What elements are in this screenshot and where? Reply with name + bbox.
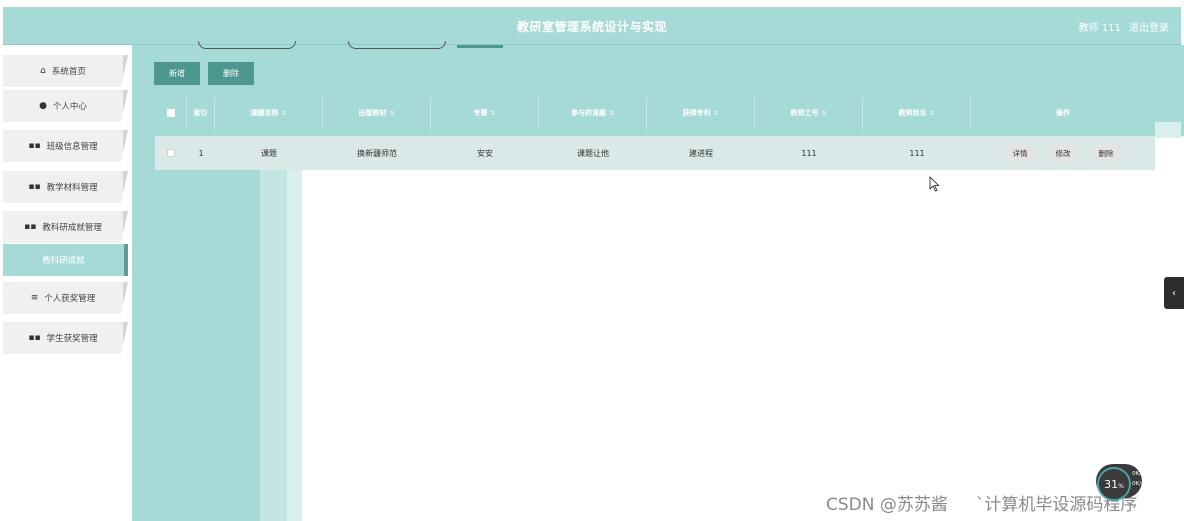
- watermark: CSDN @苏苏酱 `计算机毕设源码程序: [826, 490, 1137, 515]
- table-scroll-edge: [1155, 122, 1181, 138]
- sidebar-item-class-info[interactable]: ▪▪ 班级信息管理: [3, 130, 128, 162]
- column-header[interactable]: 课题名称 ⇅: [215, 97, 323, 129]
- decorative-strip: [132, 136, 260, 521]
- select-all-checkbox[interactable]: [166, 109, 175, 117]
- app-title: 教研室管理系统设计与实现: [516, 20, 667, 34]
- sidebar-item-label: 教科研成就管理: [42, 223, 102, 233]
- sidebar: ⌂ 系统首页 ● 个人中心 ▪▪ 班级信息管理 ▪▪ 教学材料管理 ▪▪ 教科研…: [0, 45, 132, 521]
- column-header[interactable]: 专著 ⇅: [431, 97, 539, 129]
- side-panel-toggle[interactable]: ‹: [1164, 277, 1184, 309]
- column-header[interactable]: 教师工号 ⇅: [755, 97, 863, 129]
- delete-button[interactable]: 删除: [208, 62, 254, 85]
- grid-icon: ▪▪: [28, 141, 41, 151]
- add-button[interactable]: 新增: [154, 62, 200, 85]
- sort-icon: ⇅: [389, 109, 395, 117]
- sidebar-item-personal-center[interactable]: ● 个人中心: [3, 90, 128, 122]
- sidebar-item-research-achievement-mgmt[interactable]: ▪▪ 教科研成就管理: [3, 211, 128, 243]
- app-window: 教研室管理系统设计与实现 教师 111 退出登录 ⌂ 系统首页 ● 个人中心 ▪…: [0, 0, 1184, 521]
- list-icon: ≡: [30, 293, 39, 303]
- table-cell-patent: 建进程: [689, 148, 713, 158]
- table-cell-actions: 详情 修改 删除: [971, 136, 1155, 170]
- sort-icon: ⇅: [713, 109, 719, 117]
- table-cell-index: 1: [198, 148, 204, 158]
- sidebar-item-home[interactable]: ⌂ 系统首页: [3, 55, 128, 87]
- sidebar-item-teaching-materials[interactable]: ▪▪ 教学材料管理: [3, 171, 128, 203]
- sort-icon: ⇅: [608, 109, 615, 117]
- table-row[interactable]: 1 课题 换新疆师范 安安 课题让他 建进程 111 111 详情 修改 删除: [155, 136, 1155, 170]
- sidebar-item-label: 班级信息管理: [46, 142, 98, 152]
- grid-icon: ▪▪: [24, 222, 37, 232]
- chevron-left-icon: ‹: [1172, 287, 1176, 299]
- column-header[interactable]: 教师姓名 ⇅: [863, 97, 971, 129]
- sidebar-item-label: 个人获奖管理: [44, 294, 96, 304]
- table-cell-topic: 课题: [261, 148, 277, 158]
- column-header[interactable]: 出版教材 ⇅: [323, 97, 431, 129]
- table-cell-textbook: 换新疆师范: [357, 148, 397, 158]
- table-cell-teacher-name: 111: [909, 148, 925, 158]
- decorative-strip-lighter: [287, 170, 302, 521]
- column-header: 操作: [1056, 109, 1070, 117]
- network-rate: 0K/s 0K/s: [1132, 471, 1144, 487]
- table-cell-participation: 课题让他: [577, 148, 609, 158]
- grid-icon: ▪▪: [28, 182, 41, 192]
- column-header: 索引: [187, 97, 215, 129]
- sort-icon: ⇅: [821, 109, 827, 117]
- table-cell-monograph: 安安: [477, 148, 493, 158]
- sidebar-item-label: 教科研成就: [42, 256, 85, 266]
- row-checkbox[interactable]: [167, 149, 175, 157]
- main-content: 新增 删除 索引 课题名称 ⇅ 出版教材 ⇅ 专著 ⇅ 参与的课题 ⇅ 获得专利 ⇅: [132, 41, 1184, 521]
- mouse-cursor-icon: [929, 176, 940, 192]
- top-header: 教研室管理系统设计与实现 教师 111 退出登录: [3, 7, 1181, 45]
- sidebar-item-student-awards[interactable]: ▪▪ 学生获奖管理: [3, 322, 128, 354]
- user-icon: ●: [39, 101, 47, 111]
- sidebar-item-label: 学生获奖管理: [46, 334, 98, 344]
- search-input-edge[interactable]: [348, 41, 446, 49]
- grid-icon: ▪▪: [28, 333, 41, 343]
- search-button-edge[interactable]: [457, 45, 503, 48]
- sidebar-item-label: 个人中心: [52, 102, 87, 112]
- row-select-cell: [155, 136, 187, 170]
- edit-button[interactable]: 修改: [1046, 144, 1080, 162]
- table-header: 索引 课题名称 ⇅ 出版教材 ⇅ 专著 ⇅ 参与的课题 ⇅ 获得专利 ⇅ 教师工号 ⇅ 教师…: [155, 97, 1155, 129]
- sidebar-item-research-achievement[interactable]: 教科研成就: [3, 244, 128, 276]
- search-input-edge[interactable]: [198, 41, 296, 49]
- sort-icon: ⇅: [281, 109, 287, 117]
- user-label: 教师 111: [1078, 23, 1121, 34]
- row-delete-button[interactable]: 删除: [1089, 144, 1123, 162]
- home-icon: ⌂: [40, 66, 46, 76]
- column-header[interactable]: 参与的课题 ⇅: [539, 97, 647, 129]
- sidebar-item-label: 系统首页: [51, 67, 86, 77]
- sidebar-item-personal-awards[interactable]: ≡ 个人获奖管理: [3, 282, 128, 314]
- column-header[interactable]: 获得专利 ⇅: [647, 97, 755, 129]
- sidebar-item-label: 教学材料管理: [46, 183, 98, 193]
- table-cell-teacher-no: 111: [801, 148, 817, 158]
- sort-icon: ⇅: [490, 109, 496, 117]
- select-all-cell: [155, 97, 187, 129]
- logout-link[interactable]: 退出登录: [1129, 23, 1169, 34]
- user-area: 教师 111 退出登录: [1074, 19, 1169, 34]
- sort-icon: ⇅: [929, 109, 935, 117]
- detail-button[interactable]: 详情: [1003, 144, 1037, 162]
- decorative-strip-light: [260, 170, 287, 521]
- watermark-author: CSDN @苏苏酱: [826, 495, 948, 515]
